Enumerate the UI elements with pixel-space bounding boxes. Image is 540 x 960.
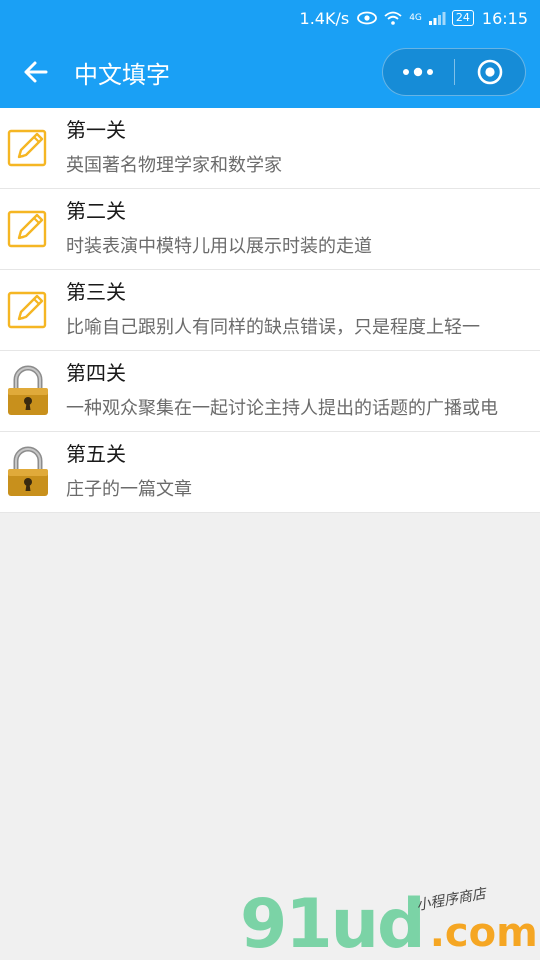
lock-icon [0, 351, 56, 432]
level-title: 第五关 [66, 442, 126, 466]
network-speed: 1.4K/s [299, 8, 350, 28]
network-type: 4G [409, 13, 422, 23]
level-title: 第一关 [66, 118, 126, 142]
level-description: 庄子的一篇文章 [66, 479, 192, 500]
lock-icon [0, 432, 56, 513]
watermark-logo: 91ud [240, 885, 426, 960]
clock: 16:15 [481, 8, 528, 28]
level-item-1[interactable]: 第一关 英国著名物理学家和数学家 [0, 108, 540, 189]
pencil-note-icon [0, 108, 56, 189]
eye-icon [357, 11, 378, 25]
level-description: 比喻自己跟别人有同样的缺点错误，只是程度上轻一 [66, 317, 480, 338]
level-description: 英国著名物理学家和数学家 [66, 155, 282, 176]
nav-bar: 中文填字 [0, 36, 540, 108]
level-item-2[interactable]: 第二关 时装表演中模特儿用以展示时装的走道 [0, 189, 540, 270]
back-button[interactable] [0, 36, 70, 108]
level-title: 第四关 [66, 361, 126, 385]
level-item-5[interactable]: 第五关 庄子的一篇文章 [0, 432, 540, 513]
more-button[interactable] [383, 49, 454, 95]
level-description: 一种观众聚集在一起讨论主持人提出的话题的广播或电 [66, 398, 498, 419]
mini-program-capsule [382, 48, 526, 96]
pencil-note-icon [0, 270, 56, 351]
status-bar: 1.4K/s 4G 24 16:15 [0, 0, 540, 36]
more-dots-icon [403, 67, 434, 77]
level-title: 第三关 [66, 280, 126, 304]
pencil-note-icon [0, 189, 56, 270]
close-button[interactable] [455, 49, 526, 95]
level-item-4[interactable]: 第四关 一种观众聚集在一起讨论主持人提出的话题的广播或电 [0, 351, 540, 432]
wifi-icon [384, 11, 402, 25]
level-title: 第二关 [66, 199, 126, 223]
level-list: 第一关 英国著名物理学家和数学家 第二关 时装表演中模特儿用以展示时装的走道 第… [0, 108, 540, 513]
signal-icon [428, 12, 446, 25]
watermark: 91ud .com 小程序商店 [240, 885, 538, 960]
status-icons: 4G 24 [357, 10, 474, 26]
watermark-domain: .com [429, 910, 538, 956]
level-description: 时装表演中模特儿用以展示时装的走道 [66, 236, 372, 257]
arrow-left-icon [24, 61, 48, 83]
page-title: 中文填字 [74, 60, 170, 89]
battery-indicator: 24 [451, 10, 474, 26]
level-item-3[interactable]: 第三关 比喻自己跟别人有同样的缺点错误，只是程度上轻一 [0, 270, 540, 351]
target-circle-icon [477, 59, 503, 85]
